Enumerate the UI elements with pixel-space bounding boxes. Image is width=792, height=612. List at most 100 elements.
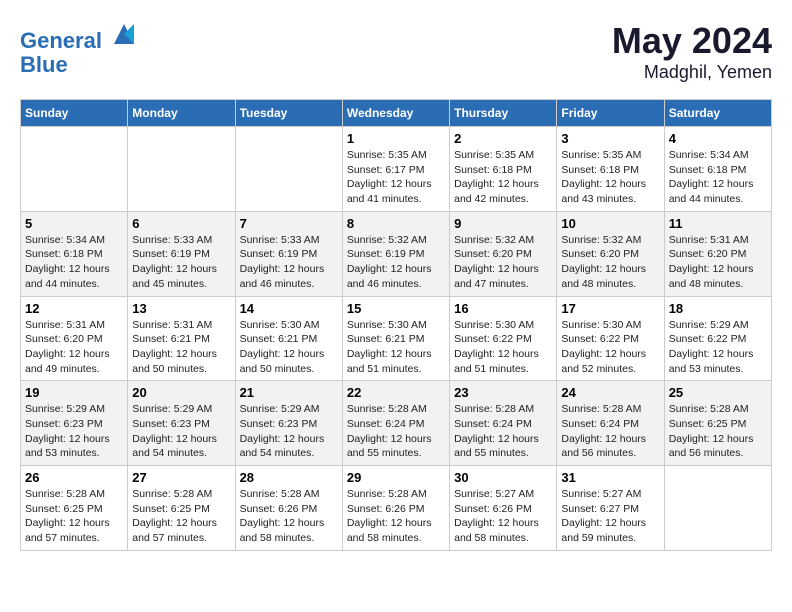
day-info: Sunrise: 5:31 AM Sunset: 6:20 PM Dayligh… bbox=[25, 318, 123, 377]
weekday-header-cell: Wednesday bbox=[342, 100, 449, 127]
day-info: Sunrise: 5:28 AM Sunset: 6:25 PM Dayligh… bbox=[669, 402, 767, 461]
calendar-cell: 26Sunrise: 5:28 AM Sunset: 6:25 PM Dayli… bbox=[21, 466, 128, 551]
calendar-cell: 18 Sunrise: 5:29 AM Sunset: 6:22 PM Dayli… bbox=[664, 296, 771, 381]
day-number: 15 bbox=[347, 301, 445, 316]
page-header: General Blue May 2024 Madghil, Yemen bbox=[20, 20, 772, 83]
title-block: May 2024 Madghil, Yemen bbox=[612, 20, 772, 83]
calendar-cell: 8Sunrise: 5:32 AM Sunset: 6:19 PM Daylig… bbox=[342, 211, 449, 296]
day-info: Sunrise: 5:29 AM Sunset: 6:22 PM Dayligh… bbox=[669, 318, 767, 377]
calendar-cell: 28 Sunrise: 5:28 AM Sunset: 6:26 PM Dayli… bbox=[235, 466, 342, 551]
calendar-cell: 31 Sunrise: 5:27 AM Sunset: 6:27 PM Dayli… bbox=[557, 466, 664, 551]
calendar-cell: 15 Sunrise: 5:30 AM Sunset: 6:21 PM Dayli… bbox=[342, 296, 449, 381]
calendar-cell: 25 Sunrise: 5:28 AM Sunset: 6:25 PM Dayli… bbox=[664, 381, 771, 466]
weekday-header-cell: Sunday bbox=[21, 100, 128, 127]
weekday-header-cell: Tuesday bbox=[235, 100, 342, 127]
day-info: Sunrise: 5:34 AM Sunset: 6:18 PM Dayligh… bbox=[25, 233, 123, 292]
calendar-cell: 24Sunrise: 5:28 AM Sunset: 6:24 PM Dayli… bbox=[557, 381, 664, 466]
day-number: 18 bbox=[669, 301, 767, 316]
day-number: 16 bbox=[454, 301, 552, 316]
day-number: 2 bbox=[454, 131, 552, 146]
day-info: Sunrise: 5:28 AM Sunset: 6:24 PM Dayligh… bbox=[454, 402, 552, 461]
day-info: Sunrise: 5:30 AM Sunset: 6:22 PM Dayligh… bbox=[561, 318, 659, 377]
day-number: 12 bbox=[25, 301, 123, 316]
day-number: 13 bbox=[132, 301, 230, 316]
calendar-cell: 5 Sunrise: 5:34 AM Sunset: 6:18 PM Daylig… bbox=[21, 211, 128, 296]
calendar-week-row: 1Sunrise: 5:35 AM Sunset: 6:17 PM Daylig… bbox=[21, 127, 772, 212]
calendar-cell: 9 Sunrise: 5:32 AM Sunset: 6:20 PM Daylig… bbox=[450, 211, 557, 296]
calendar-cell: 22Sunrise: 5:28 AM Sunset: 6:24 PM Dayli… bbox=[342, 381, 449, 466]
day-number: 10 bbox=[561, 216, 659, 231]
calendar-cell: 17Sunrise: 5:30 AM Sunset: 6:22 PM Dayli… bbox=[557, 296, 664, 381]
calendar-week-row: 26Sunrise: 5:28 AM Sunset: 6:25 PM Dayli… bbox=[21, 466, 772, 551]
calendar-cell: 20Sunrise: 5:29 AM Sunset: 6:23 PM Dayli… bbox=[128, 381, 235, 466]
calendar-cell: 30 Sunrise: 5:27 AM Sunset: 6:26 PM Dayli… bbox=[450, 466, 557, 551]
day-info: Sunrise: 5:33 AM Sunset: 6:19 PM Dayligh… bbox=[240, 233, 338, 292]
calendar-cell bbox=[235, 127, 342, 212]
weekday-header-cell: Friday bbox=[557, 100, 664, 127]
day-info: Sunrise: 5:32 AM Sunset: 6:20 PM Dayligh… bbox=[561, 233, 659, 292]
calendar-cell bbox=[664, 466, 771, 551]
day-info: Sunrise: 5:28 AM Sunset: 6:25 PM Dayligh… bbox=[132, 487, 230, 546]
day-number: 23 bbox=[454, 385, 552, 400]
day-info: Sunrise: 5:28 AM Sunset: 6:24 PM Dayligh… bbox=[347, 402, 445, 461]
calendar-body: 1Sunrise: 5:35 AM Sunset: 6:17 PM Daylig… bbox=[21, 127, 772, 551]
calendar-cell bbox=[21, 127, 128, 212]
day-info: Sunrise: 5:32 AM Sunset: 6:20 PM Dayligh… bbox=[454, 233, 552, 292]
logo-blue: Blue bbox=[20, 52, 68, 77]
day-number: 27 bbox=[132, 470, 230, 485]
calendar-cell: 6 Sunrise: 5:33 AM Sunset: 6:19 PM Daylig… bbox=[128, 211, 235, 296]
weekday-header-cell: Thursday bbox=[450, 100, 557, 127]
weekday-header-cell: Saturday bbox=[664, 100, 771, 127]
calendar-cell: 21 Sunrise: 5:29 AM Sunset: 6:23 PM Dayli… bbox=[235, 381, 342, 466]
day-info: Sunrise: 5:28 AM Sunset: 6:26 PM Dayligh… bbox=[240, 487, 338, 546]
calendar-cell: 27 Sunrise: 5:28 AM Sunset: 6:25 PM Dayli… bbox=[128, 466, 235, 551]
calendar-cell: 16 Sunrise: 5:30 AM Sunset: 6:22 PM Dayli… bbox=[450, 296, 557, 381]
day-number: 30 bbox=[454, 470, 552, 485]
day-number: 9 bbox=[454, 216, 552, 231]
day-number: 25 bbox=[669, 385, 767, 400]
calendar-cell: 23 Sunrise: 5:28 AM Sunset: 6:24 PM Dayli… bbox=[450, 381, 557, 466]
calendar-week-row: 5 Sunrise: 5:34 AM Sunset: 6:18 PM Daylig… bbox=[21, 211, 772, 296]
day-info: Sunrise: 5:31 AM Sunset: 6:20 PM Dayligh… bbox=[669, 233, 767, 292]
logo-icon bbox=[110, 20, 138, 48]
calendar-cell bbox=[128, 127, 235, 212]
day-number: 6 bbox=[132, 216, 230, 231]
day-info: Sunrise: 5:33 AM Sunset: 6:19 PM Dayligh… bbox=[132, 233, 230, 292]
calendar-table: SundayMondayTuesdayWednesdayThursdayFrid… bbox=[20, 99, 772, 551]
logo-general: General bbox=[20, 28, 102, 53]
day-number: 14 bbox=[240, 301, 338, 316]
calendar-cell: 19Sunrise: 5:29 AM Sunset: 6:23 PM Dayli… bbox=[21, 381, 128, 466]
day-info: Sunrise: 5:35 AM Sunset: 6:17 PM Dayligh… bbox=[347, 148, 445, 207]
calendar-cell: 3 Sunrise: 5:35 AM Sunset: 6:18 PM Daylig… bbox=[557, 127, 664, 212]
day-info: Sunrise: 5:29 AM Sunset: 6:23 PM Dayligh… bbox=[240, 402, 338, 461]
calendar-cell: 14 Sunrise: 5:30 AM Sunset: 6:21 PM Dayli… bbox=[235, 296, 342, 381]
day-info: Sunrise: 5:35 AM Sunset: 6:18 PM Dayligh… bbox=[454, 148, 552, 207]
day-info: Sunrise: 5:30 AM Sunset: 6:21 PM Dayligh… bbox=[240, 318, 338, 377]
day-info: Sunrise: 5:29 AM Sunset: 6:23 PM Dayligh… bbox=[132, 402, 230, 461]
calendar-cell: 2 Sunrise: 5:35 AM Sunset: 6:18 PM Daylig… bbox=[450, 127, 557, 212]
day-number: 29 bbox=[347, 470, 445, 485]
day-number: 5 bbox=[25, 216, 123, 231]
day-number: 3 bbox=[561, 131, 659, 146]
day-number: 28 bbox=[240, 470, 338, 485]
day-info: Sunrise: 5:30 AM Sunset: 6:22 PM Dayligh… bbox=[454, 318, 552, 377]
day-info: Sunrise: 5:28 AM Sunset: 6:24 PM Dayligh… bbox=[561, 402, 659, 461]
month-title: May 2024 bbox=[612, 20, 772, 62]
weekday-header-row: SundayMondayTuesdayWednesdayThursdayFrid… bbox=[21, 100, 772, 127]
calendar-week-row: 19Sunrise: 5:29 AM Sunset: 6:23 PM Dayli… bbox=[21, 381, 772, 466]
day-info: Sunrise: 5:28 AM Sunset: 6:25 PM Dayligh… bbox=[25, 487, 123, 546]
day-info: Sunrise: 5:30 AM Sunset: 6:21 PM Dayligh… bbox=[347, 318, 445, 377]
calendar-week-row: 12 Sunrise: 5:31 AM Sunset: 6:20 PM Dayli… bbox=[21, 296, 772, 381]
day-number: 8 bbox=[347, 216, 445, 231]
day-info: Sunrise: 5:35 AM Sunset: 6:18 PM Dayligh… bbox=[561, 148, 659, 207]
calendar-cell: 4Sunrise: 5:34 AM Sunset: 6:18 PM Daylig… bbox=[664, 127, 771, 212]
logo: General Blue bbox=[20, 20, 138, 77]
day-info: Sunrise: 5:27 AM Sunset: 6:27 PM Dayligh… bbox=[561, 487, 659, 546]
calendar-cell: 12 Sunrise: 5:31 AM Sunset: 6:20 PM Dayli… bbox=[21, 296, 128, 381]
calendar-cell: 11Sunrise: 5:31 AM Sunset: 6:20 PM Dayli… bbox=[664, 211, 771, 296]
day-number: 31 bbox=[561, 470, 659, 485]
day-info: Sunrise: 5:34 AM Sunset: 6:18 PM Dayligh… bbox=[669, 148, 767, 207]
day-info: Sunrise: 5:31 AM Sunset: 6:21 PM Dayligh… bbox=[132, 318, 230, 377]
day-number: 21 bbox=[240, 385, 338, 400]
day-info: Sunrise: 5:27 AM Sunset: 6:26 PM Dayligh… bbox=[454, 487, 552, 546]
